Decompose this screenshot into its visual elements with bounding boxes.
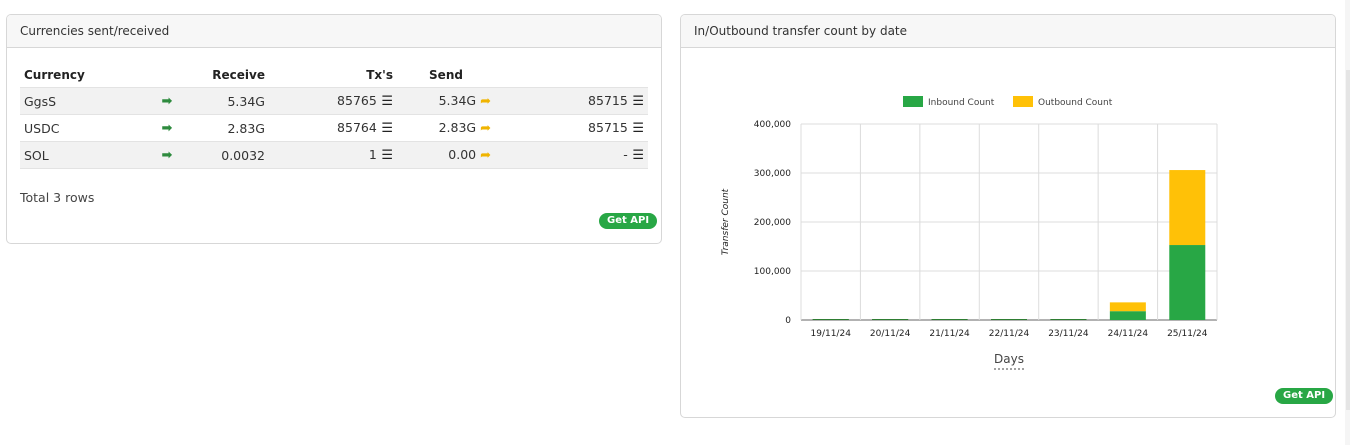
tx-out-value: 85715 — [588, 93, 628, 108]
send-cell: 5.34G ➦ — [397, 87, 495, 115]
tx-out-count[interactable]: 85715 ☰ — [495, 87, 648, 115]
send-value: 2.83G — [438, 120, 477, 135]
transfer-count-chart: Inbound Count Outbound Count 0 100,000 200,0… — [721, 96, 1218, 370]
receive-value: 2.83G — [186, 114, 269, 142]
x-tick-label: 19/11/24 — [811, 329, 852, 339]
y-tick-label: 300,000 — [754, 169, 791, 179]
y-tick-label: 400,000 — [754, 120, 791, 130]
table-row: GgsS ➡ 5.34G 85765 ☰ 5.34G ➦ 85715 ☰ — [20, 87, 648, 115]
column-send: Send — [429, 68, 463, 82]
column-currency: Currency — [24, 68, 85, 82]
table-header-row: Currency Receive Tx's Send — [20, 63, 648, 88]
get-api-button[interactable]: Get API — [1275, 388, 1334, 404]
list-icon[interactable]: ☰ — [377, 121, 393, 136]
table-row: SOL ➡ 0.0032 1 ☰ 0.00 ➦ - ☰ — [20, 141, 648, 169]
sign-out-icon[interactable]: ➦ — [480, 148, 491, 163]
tx-in-value: 85764 — [337, 120, 377, 135]
column-receive-icon — [148, 63, 186, 88]
chart-card-title: In/Outbound transfer count by date — [681, 15, 1335, 48]
list-icon[interactable]: ☰ — [377, 94, 393, 109]
sign-out-icon[interactable]: ➦ — [480, 94, 491, 109]
bar — [1050, 319, 1087, 320]
transfer-chart-card: In/Outbound transfer count by date Inbou… — [680, 14, 1336, 418]
sign-in-icon[interactable]: ➡ — [148, 87, 186, 115]
currencies-table: Currency Receive Tx's Send GgsS ➡ 5.34G … — [20, 63, 648, 169]
legend-swatch — [903, 96, 923, 107]
list-icon[interactable]: ☰ — [377, 148, 393, 163]
tx-out-count[interactable]: - ☰ — [495, 141, 648, 169]
x-tick-label: 23/11/24 — [1048, 329, 1089, 339]
list-icon[interactable]: ☰ — [628, 94, 644, 109]
currencies-card: Currencies sent/received Currency Receiv… — [6, 14, 662, 244]
x-tick-label: 20/11/24 — [870, 329, 911, 339]
bar — [991, 319, 1027, 320]
x-tick-label: 24/11/24 — [1108, 329, 1149, 339]
send-cell: 0.00 ➦ — [397, 141, 495, 169]
page-scrollbar[interactable] — [1345, 0, 1350, 445]
scrollbar-thumb[interactable] — [1346, 70, 1350, 410]
y-tick-label: 0 — [785, 316, 791, 326]
x-axis-title: Days — [994, 352, 1024, 366]
bar — [1169, 170, 1206, 246]
y-axis-title: Transfer Count — [721, 188, 731, 255]
sign-out-icon[interactable]: ➦ — [480, 121, 491, 136]
bar — [872, 319, 909, 320]
x-tick-label: 22/11/24 — [989, 329, 1030, 339]
x-tick-label: 21/11/24 — [929, 329, 970, 339]
bar — [1109, 302, 1146, 312]
tx-out-count[interactable]: 85715 ☰ — [495, 114, 648, 142]
x-tick-label: 25/11/24 — [1167, 329, 1208, 339]
y-tick-label: 100,000 — [754, 267, 791, 277]
tx-in-count[interactable]: 1 ☰ — [269, 141, 397, 169]
send-value: 5.34G — [438, 93, 477, 108]
column-txs: Tx's — [366, 68, 393, 82]
bar — [1169, 245, 1206, 320]
currency-name: SOL — [20, 141, 148, 169]
currencies-card-title: Currencies sent/received — [7, 15, 661, 48]
sign-in-icon[interactable]: ➡ — [148, 114, 186, 142]
get-api-button[interactable]: Get API — [599, 213, 658, 229]
currency-name: USDC — [20, 114, 148, 142]
tx-in-count[interactable]: 85765 ☰ — [269, 87, 397, 115]
sign-in-icon[interactable]: ➡ — [148, 141, 186, 169]
bar — [1109, 311, 1146, 320]
tx-in-value: 1 — [368, 147, 377, 162]
receive-value: 0.0032 — [186, 141, 269, 169]
tx-in-value: 85765 — [337, 93, 377, 108]
send-cell: 2.83G ➦ — [397, 114, 495, 142]
receive-value: 5.34G — [186, 87, 269, 115]
list-icon[interactable]: ☰ — [628, 121, 644, 136]
bar — [812, 319, 849, 320]
legend-swatch — [1013, 96, 1033, 107]
legend-label: Outbound Count — [1038, 98, 1113, 108]
table-row: USDC ➡ 2.83G 85764 ☰ 2.83G ➦ 85715 ☰ — [20, 114, 648, 142]
bar — [931, 319, 968, 320]
tx-in-count[interactable]: 85764 ☰ — [269, 114, 397, 142]
send-value: 0.00 — [448, 147, 477, 162]
legend-label: Inbound Count — [928, 98, 995, 108]
column-tx-out — [495, 63, 648, 88]
tx-out-value: 85715 — [588, 120, 628, 135]
currency-name: GgsS — [20, 87, 148, 115]
total-rows-text: Total 3 rows — [20, 190, 95, 205]
column-receive: Receive — [212, 68, 265, 82]
y-tick-label: 200,000 — [754, 218, 791, 228]
list-icon[interactable]: ☰ — [628, 148, 644, 163]
